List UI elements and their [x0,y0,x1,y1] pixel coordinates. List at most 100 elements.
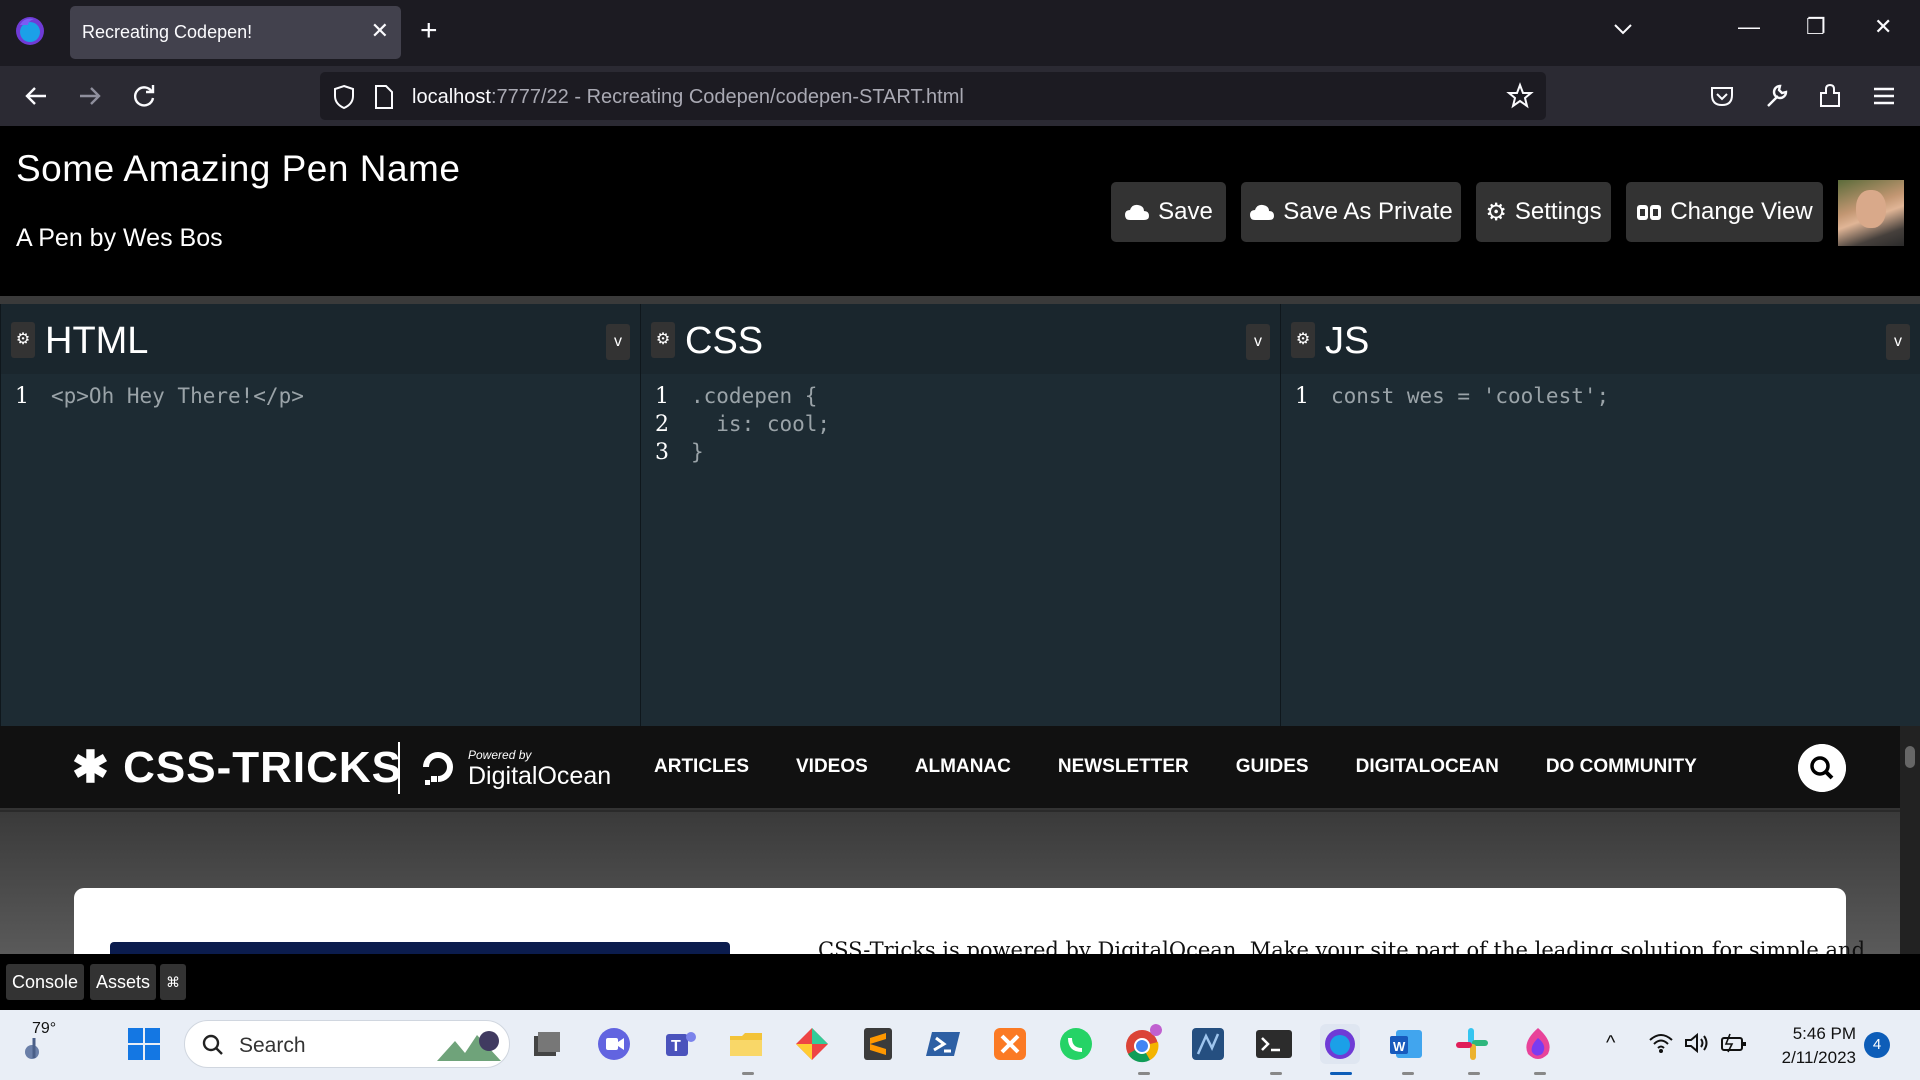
url-text[interactable]: localhost:7777/22 - Recreating Codepen/c… [412,86,964,109]
extensions-icon[interactable] [1814,80,1846,112]
preview-scrollbar[interactable] [1900,726,1920,954]
editor-title: JS [1325,320,1370,362]
sponsor-text: CSS-Tricks is powered by DigitalOcean. M… [818,938,1866,954]
wifi-icon[interactable] [1648,1032,1674,1054]
logo-divider [398,742,400,794]
nav-link-guides[interactable]: GUIDES [1236,756,1309,778]
volume-icon[interactable] [1684,1032,1710,1054]
taskbar: 79° Search T W ^ 5:46 PM 2/11/2023 4 [0,1010,1920,1080]
editor-dropdown-button[interactable]: v [1246,324,1270,360]
editor-dropdown-button[interactable]: v [606,324,630,360]
editor-js[interactable]: ⚙ JS v 1 const wes = 'coolest'; [1280,304,1920,726]
code-area[interactable]: 1 const wes = 'coolest'; [1281,384,1920,412]
teams-chat-icon[interactable] [594,1024,634,1064]
code-text[interactable]: <p>Oh Hey There!</p> [43,384,304,412]
powershell-icon[interactable] [924,1024,964,1064]
chrome-icon[interactable] [1122,1024,1162,1064]
battery-icon[interactable] [1720,1032,1748,1054]
nav-link-digitalocean[interactable]: DIGITALOCEAN [1356,756,1499,778]
code-line: 1 const wes = 'coolest'; [1281,384,1920,412]
nav-link-articles[interactable]: ARTICLES [654,756,749,778]
code-text[interactable]: .codepen { [683,384,817,412]
mysql-workbench-icon[interactable] [1188,1024,1228,1064]
whatsapp-icon[interactable] [1056,1024,1096,1064]
code-text[interactable]: is: cool; [683,412,830,440]
reload-icon[interactable] [128,80,160,112]
editor-header: ⚙ HTML v [1,304,640,374]
console-button[interactable]: Console [6,964,85,1000]
code-area[interactable]: 1 <p>Oh Hey There!</p> [1,384,640,412]
back-icon[interactable] [20,80,52,112]
editor-css[interactable]: ⚙ CSS v 1 .codepen { 2 is: cool; 3 } [640,304,1280,726]
avatar[interactable] [1838,180,1904,246]
editor-title: CSS [685,320,764,362]
tab-close-icon[interactable]: ✕ [371,18,389,44]
firefox-icon[interactable] [14,15,46,47]
menu-icon[interactable] [1868,80,1900,112]
scrollbar-thumb[interactable] [1905,746,1915,768]
code-area[interactable]: 1 .codepen { 2 is: cool; 3 } [641,384,1280,468]
save-as-private-button[interactable]: Save As Private [1241,182,1461,242]
window-close-icon[interactable]: ✕ [1874,14,1892,40]
nav-link-almanac[interactable]: ALMANAC [915,756,1011,778]
bookmark-star-icon[interactable] [1506,82,1534,110]
notification-badge[interactable]: 4 [1864,1032,1890,1058]
code-text[interactable]: } [683,440,704,468]
file-explorer-icon[interactable] [726,1024,766,1064]
cloud-icon [1125,204,1150,220]
wrench-icon[interactable] [1760,80,1792,112]
terminal-icon[interactable] [1254,1024,1294,1064]
pocket-icon[interactable] [1706,80,1738,112]
git-app-icon[interactable] [792,1024,832,1064]
editor-settings-gear-icon[interactable]: ⚙ [1291,322,1315,358]
start-icon[interactable] [124,1024,164,1064]
word-icon[interactable]: W [1386,1024,1426,1064]
url-host: localhost [412,86,491,108]
firefox-taskbar-icon[interactable] [1320,1024,1360,1064]
preview-frame[interactable]: ✱ CSS-TRICKS Powered by DigitalOcean ART… [0,726,1920,954]
nav-link-videos[interactable]: VIDEOS [796,756,868,778]
running-indicator [1138,1072,1150,1075]
firefox-developer-icon[interactable] [1518,1024,1558,1064]
new-tab-icon[interactable]: + [420,16,438,46]
taskbar-search-input[interactable]: Search [184,1020,510,1068]
task-view-icon[interactable] [526,1024,566,1064]
shortcuts-button[interactable]: ⌘ [160,964,186,1000]
css-tricks-logo[interactable]: ✱ CSS-TRICKS [72,742,402,793]
search-icon[interactable] [1798,744,1846,792]
editor-title: HTML [45,320,149,362]
slack-icon[interactable] [1452,1024,1492,1064]
line-number: 1 [655,384,669,409]
editor-settings-gear-icon[interactable]: ⚙ [651,322,675,358]
active-tab[interactable]: Recreating Codepen! ✕ [70,6,401,59]
change-view-button[interactable]: Change View [1626,182,1823,242]
restore-icon[interactable]: ❐ [1806,14,1826,40]
nav-link-do-community[interactable]: DO COMMUNITY [1546,756,1697,778]
line-number: 1 [1295,384,1309,409]
editor-dropdown-button[interactable]: v [1886,324,1910,360]
assets-button[interactable]: Assets [90,964,157,1000]
url-bar[interactable]: localhost:7777/22 - Recreating Codepen/c… [320,72,1546,120]
tracking-shield-icon[interactable] [332,84,356,110]
xampp-icon[interactable] [990,1024,1030,1064]
minimize-icon[interactable]: — [1738,14,1760,40]
nav-link-newsletter[interactable]: NEWSLETTER [1058,756,1189,778]
bottom-bar: Console Assets ⌘ [0,954,1920,1010]
sublime-text-icon[interactable] [858,1024,898,1064]
code-text[interactable]: const wes = 'coolest'; [1323,384,1609,412]
editor-settings-gear-icon[interactable]: ⚙ [11,322,35,358]
header-divider [0,296,1920,304]
url-path: :7777/22 - Recreating Codepen/codepen-ST… [490,86,964,108]
teams-icon[interactable]: T [660,1024,700,1064]
save-button[interactable]: Save [1111,182,1226,242]
sponsor-logo [110,942,730,954]
clock[interactable]: 5:46 PM 2/11/2023 [1760,1022,1856,1070]
forward-icon[interactable] [74,80,106,112]
page-info-icon[interactable] [374,84,394,110]
sponsor-card: CSS-Tricks is powered by DigitalOcean. M… [74,888,1865,954]
editor-html[interactable]: ⚙ HTML v 1 <p>Oh Hey There!</p> [0,304,640,726]
settings-button[interactable]: ⚙ Settings [1476,182,1611,242]
show-hidden-icons-chevron-icon[interactable]: ^ [1606,1032,1615,1055]
save-as-private-label: Save As Private [1283,198,1453,225]
list-tabs-chevron-icon[interactable] [1612,18,1634,40]
